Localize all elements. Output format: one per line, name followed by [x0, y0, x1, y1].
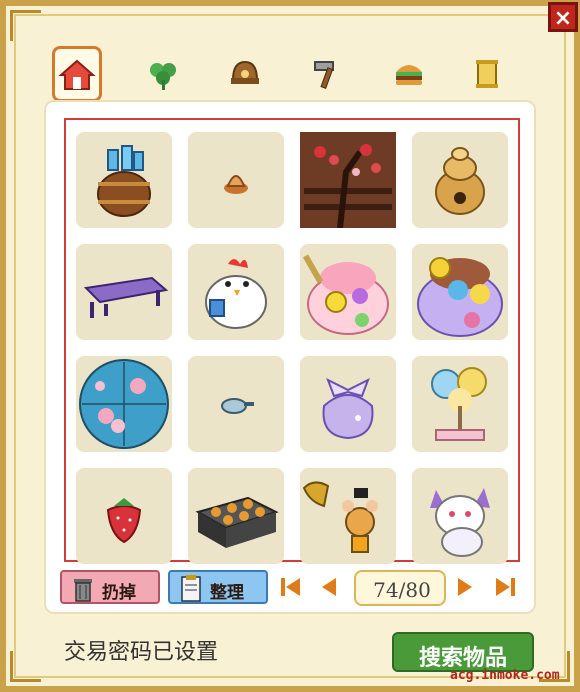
- inventory-slot[interactable]: [300, 356, 396, 452]
- flower-cake-pink-icon: [302, 254, 389, 335]
- purple-bench-icon: [83, 276, 169, 318]
- tab-home[interactable]: [52, 46, 102, 102]
- page-indicator: 74/80: [354, 570, 446, 606]
- inventory-slot[interactable]: [188, 468, 284, 564]
- inventory-slot[interactable]: [412, 244, 508, 340]
- tab-tools[interactable]: [302, 52, 352, 98]
- watermark-text: acg.inmoke.com: [450, 668, 560, 683]
- discard-label: 扔掉: [102, 583, 136, 603]
- first-page-button[interactable]: [278, 574, 304, 600]
- tab-food[interactable]: [384, 52, 434, 98]
- corner-ornament: [10, 651, 41, 682]
- inventory-slot[interactable]: [76, 356, 172, 452]
- inventory-slot[interactable]: [188, 244, 284, 340]
- inventory-slot[interactable]: [300, 132, 396, 228]
- gramophone-mouse-icon: [302, 481, 378, 553]
- tab-misc[interactable]: [462, 52, 512, 98]
- inventory-slot[interactable]: [76, 468, 172, 564]
- inventory-slot[interactable]: [76, 244, 172, 340]
- item-grid: [64, 118, 520, 564]
- beehive-icon: [435, 147, 485, 215]
- category-tabs: [52, 46, 512, 102]
- page-number: 74/80: [373, 578, 431, 602]
- sort-button[interactable]: 整理: [168, 570, 268, 604]
- inventory-slot[interactable]: [412, 132, 508, 228]
- inventory-slot[interactable]: [76, 132, 172, 228]
- prev-arrow-icon: [322, 578, 336, 596]
- inventory-slot[interactable]: [412, 468, 508, 564]
- barrel-with-bottles-icon: [97, 145, 151, 217]
- tab-equipment[interactable]: [220, 52, 270, 98]
- close-button[interactable]: ×: [548, 2, 578, 32]
- tab-plants[interactable]: [138, 52, 188, 98]
- inventory-slot[interactable]: [188, 132, 284, 228]
- ribbon-pouch-icon: [322, 377, 374, 440]
- inventory-slot[interactable]: [300, 468, 396, 564]
- chicken-plush-icon: [205, 259, 267, 329]
- helmet-icon: [231, 60, 259, 84]
- clover-icon: [150, 63, 176, 90]
- inventory-toolbar: 扔掉 整理 74/80: [60, 570, 530, 606]
- sort-label: 整理: [210, 583, 244, 603]
- search-items-button[interactable]: 搜索物品: [392, 632, 534, 672]
- flower-cake-green-icon: [417, 257, 503, 337]
- last-page-button[interactable]: [492, 574, 518, 600]
- blossom-umbrella-icon: [79, 359, 169, 449]
- trade-password-status: 交易密码已设置: [64, 640, 219, 665]
- discard-button[interactable]: 扔掉: [60, 570, 160, 604]
- inventory-slot[interactable]: [300, 244, 396, 340]
- clipboard-icon: [181, 575, 201, 602]
- next-arrow-icon: [458, 578, 472, 596]
- burger-icon: [396, 65, 422, 85]
- cotton-candy-lamp-icon: [431, 367, 487, 441]
- trash-can-icon: [74, 579, 92, 602]
- hammer-icon: [314, 61, 334, 89]
- scroll-icon: [476, 60, 498, 88]
- cookie-tray-icon: [195, 496, 279, 548]
- blossom-tree-fence-icon: [300, 132, 396, 228]
- house-icon: [58, 59, 96, 90]
- white-cat-plush-icon: [430, 488, 490, 557]
- inventory-slot[interactable]: [412, 356, 508, 452]
- last-page-icon: [496, 578, 515, 596]
- strawberry-icon: [106, 498, 142, 544]
- inventory-slot[interactable]: [188, 356, 284, 452]
- first-page-icon: [281, 578, 300, 596]
- small-bowl-icon: [221, 398, 254, 414]
- prev-page-button[interactable]: [316, 574, 342, 600]
- corner-ornament: [10, 10, 41, 41]
- next-page-button[interactable]: [452, 574, 478, 600]
- small-cone-icon: [224, 175, 248, 194]
